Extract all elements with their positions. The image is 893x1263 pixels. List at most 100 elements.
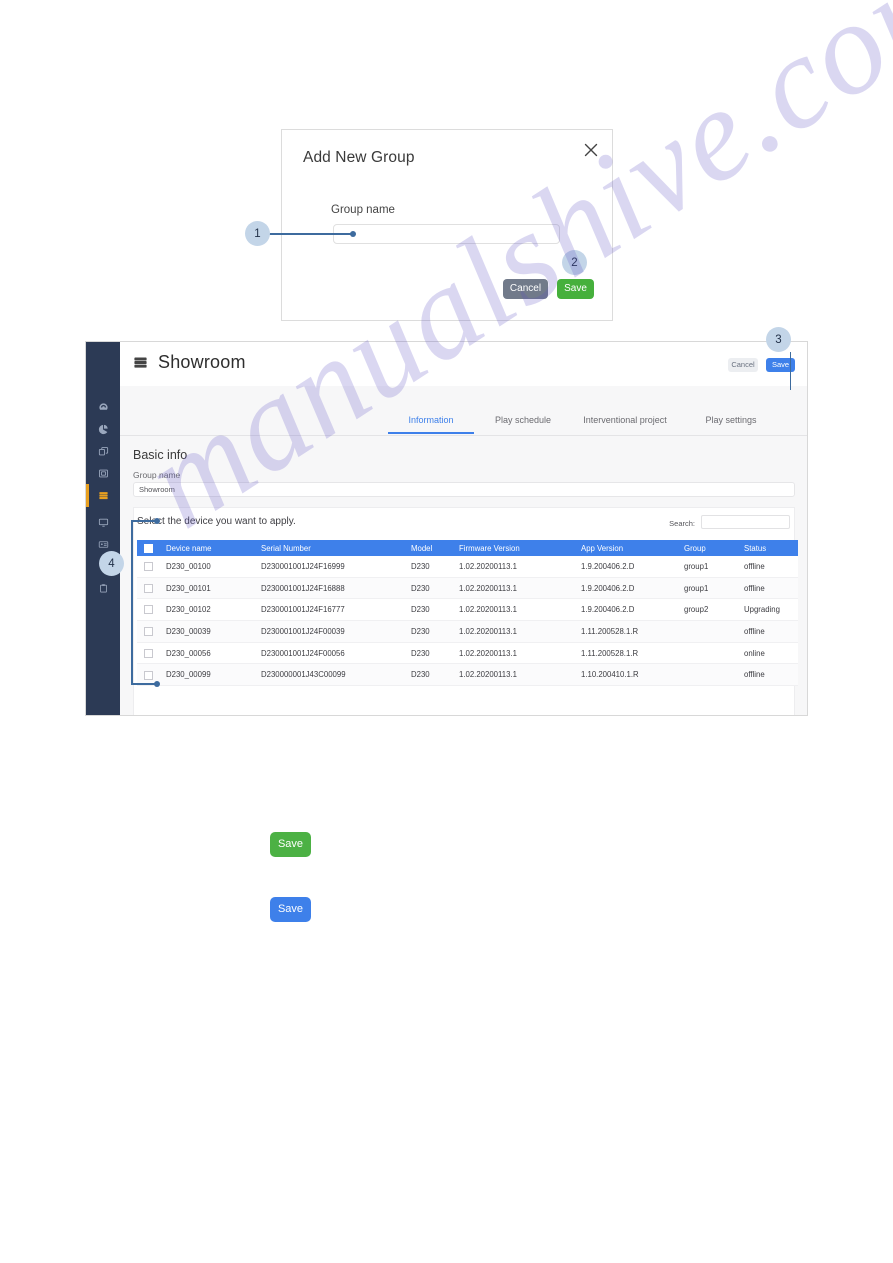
tab-play-schedule[interactable]: Play schedule (488, 412, 558, 434)
basic-info-heading: Basic info (133, 448, 188, 462)
cell-status: offline (744, 577, 798, 600)
cell-model: D230 (411, 663, 459, 687)
media-image-icon (98, 468, 109, 479)
content-area: Information Play schedule Interventional… (120, 386, 807, 715)
monitor-screen-icon (98, 517, 109, 528)
sample-save-button-green[interactable]: Save (270, 832, 311, 857)
server-stack-icon (133, 355, 148, 375)
save-button[interactable]: Save (557, 279, 594, 299)
tab-interventional-project[interactable]: Interventional project (575, 412, 675, 434)
cell-group: group1 (684, 556, 744, 578)
row-checkbox[interactable] (144, 627, 153, 637)
close-icon[interactable] (582, 141, 600, 159)
tab-play-settings[interactable]: Play settings (695, 412, 767, 434)
callout-leader-line-3 (790, 352, 792, 390)
table-row[interactable]: D230_00100 D230001001J24F16999 D230 1.02… (137, 556, 798, 578)
cell-status: offline (744, 620, 798, 643)
pie-chart-icon (98, 424, 109, 435)
row-select-cell[interactable] (137, 620, 166, 643)
row-select-cell[interactable] (137, 556, 166, 578)
row-checkbox[interactable] (144, 670, 153, 680)
row-select-cell[interactable] (137, 642, 166, 665)
cell-model: D230 (411, 620, 459, 643)
page-title: Showroom (158, 352, 246, 372)
cell-firmware-version: 1.02.20200113.1 (459, 556, 581, 578)
clipboard-icon (98, 583, 109, 594)
row-select-cell[interactable] (137, 598, 166, 622)
sidebar-item-devices[interactable] (86, 484, 120, 507)
cell-firmware-version: 1.02.20200113.1 (459, 663, 581, 687)
table-header-row: Device name Serial Number Model Firmware… (137, 540, 798, 556)
row-checkbox[interactable] (144, 583, 153, 593)
cancel-button[interactable]: Cancel (503, 279, 548, 299)
table-row[interactable]: D230_00039 D230001001J24F00039 D230 1.02… (137, 620, 798, 643)
main-area: Showroom Cancel Save Information Play sc… (120, 342, 807, 715)
cell-status: online (744, 642, 798, 665)
header-cancel-button[interactable]: Cancel (728, 358, 758, 372)
sample-save-button-blue[interactable]: Save (270, 897, 311, 922)
row-select-cell[interactable] (137, 577, 166, 600)
cell-group (684, 663, 744, 687)
column-header-serial-number[interactable]: Serial Number (261, 540, 411, 556)
cell-firmware-version: 1.02.20200113.1 (459, 620, 581, 643)
search-input[interactable] (701, 515, 790, 529)
table-row[interactable]: D230_00101 D230001001J24F16888 D230 1.02… (137, 577, 798, 600)
cell-serial-number: D230001001J24F16999 (261, 556, 411, 578)
top-bar: Showroom Cancel Save (120, 342, 807, 387)
select-all-checkbox[interactable] (144, 543, 153, 553)
callout-marker-2: 2 (562, 250, 587, 275)
callout-marker-4: 4 (99, 551, 124, 576)
column-header-status[interactable]: Status (744, 540, 798, 556)
cell-serial-number: D230001001J24F16888 (261, 577, 411, 600)
dashboard-gauge-icon (98, 402, 109, 413)
column-header-device-name[interactable]: Device name (166, 540, 261, 556)
cell-status: offline (744, 556, 798, 578)
sidebar-item-projects[interactable] (86, 440, 120, 463)
column-header-model[interactable]: Model (411, 540, 459, 556)
column-header-group[interactable]: Group (684, 540, 744, 556)
cell-serial-number: D230001001J24F16777 (261, 598, 411, 622)
dialog-title: Add New Group (303, 149, 415, 166)
cell-app-version: 1.11.200528.1.R (581, 620, 684, 643)
row-checkbox[interactable] (144, 605, 153, 615)
cell-app-version: 1.11.200528.1.R (581, 642, 684, 665)
cell-device-name: D230_00101 (166, 577, 261, 600)
cell-device-name: D230_00102 (166, 598, 261, 622)
column-header-firmware-version[interactable]: Firmware Version (459, 540, 581, 556)
tab-bar: Information Play schedule Interventional… (120, 412, 807, 436)
sidebar-item-media[interactable] (86, 462, 120, 485)
cell-app-version: 1.9.200406.2.D (581, 577, 684, 600)
cell-device-name: D230_00039 (166, 620, 261, 643)
row-checkbox[interactable] (144, 648, 153, 658)
cell-model: D230 (411, 556, 459, 578)
device-table: Device name Serial Number Model Firmware… (137, 540, 798, 687)
group-name-input[interactable] (333, 224, 560, 244)
cell-device-name: D230_00099 (166, 663, 261, 687)
cell-serial-number: D230001001J24F00056 (261, 642, 411, 665)
callout-marker-1: 1 (245, 221, 270, 246)
id-card-icon (98, 539, 109, 550)
sidebar-item-screens[interactable] (86, 511, 120, 534)
group-name-field[interactable] (133, 482, 795, 497)
device-select-hint: Select the device you want to apply. (137, 516, 296, 527)
select-all-header[interactable] (137, 540, 166, 556)
table-row[interactable]: D230_00056 D230001001J24F00056 D230 1.02… (137, 642, 798, 665)
cell-firmware-version: 1.02.20200113.1 (459, 577, 581, 600)
sidebar-item-statistics[interactable] (86, 418, 120, 441)
group-name-field-label: Group name (133, 470, 181, 480)
sidebar-item-logs[interactable] (86, 577, 120, 600)
callout-marker-3: 3 (766, 327, 791, 352)
cell-group: group1 (684, 577, 744, 600)
cell-firmware-version: 1.02.20200113.1 (459, 598, 581, 622)
application-window: Showroom Cancel Save Information Play sc… (85, 341, 808, 716)
sidebar-item-dashboard[interactable] (86, 396, 120, 419)
row-checkbox[interactable] (144, 562, 153, 572)
tab-information[interactable]: Information (388, 412, 474, 434)
column-header-app-version[interactable]: App Version (581, 540, 684, 556)
cell-serial-number: D230001001J24F00039 (261, 620, 411, 643)
callout-leader-dot-1 (350, 231, 356, 237)
table-row[interactable]: D230_00099 D230000001J43C00099 D230 1.02… (137, 663, 798, 687)
cell-firmware-version: 1.02.20200113.1 (459, 642, 581, 665)
table-row[interactable]: D230_00102 D230001001J24F16777 D230 1.02… (137, 598, 798, 622)
callout-leader-dot-4-bottom (154, 681, 160, 687)
